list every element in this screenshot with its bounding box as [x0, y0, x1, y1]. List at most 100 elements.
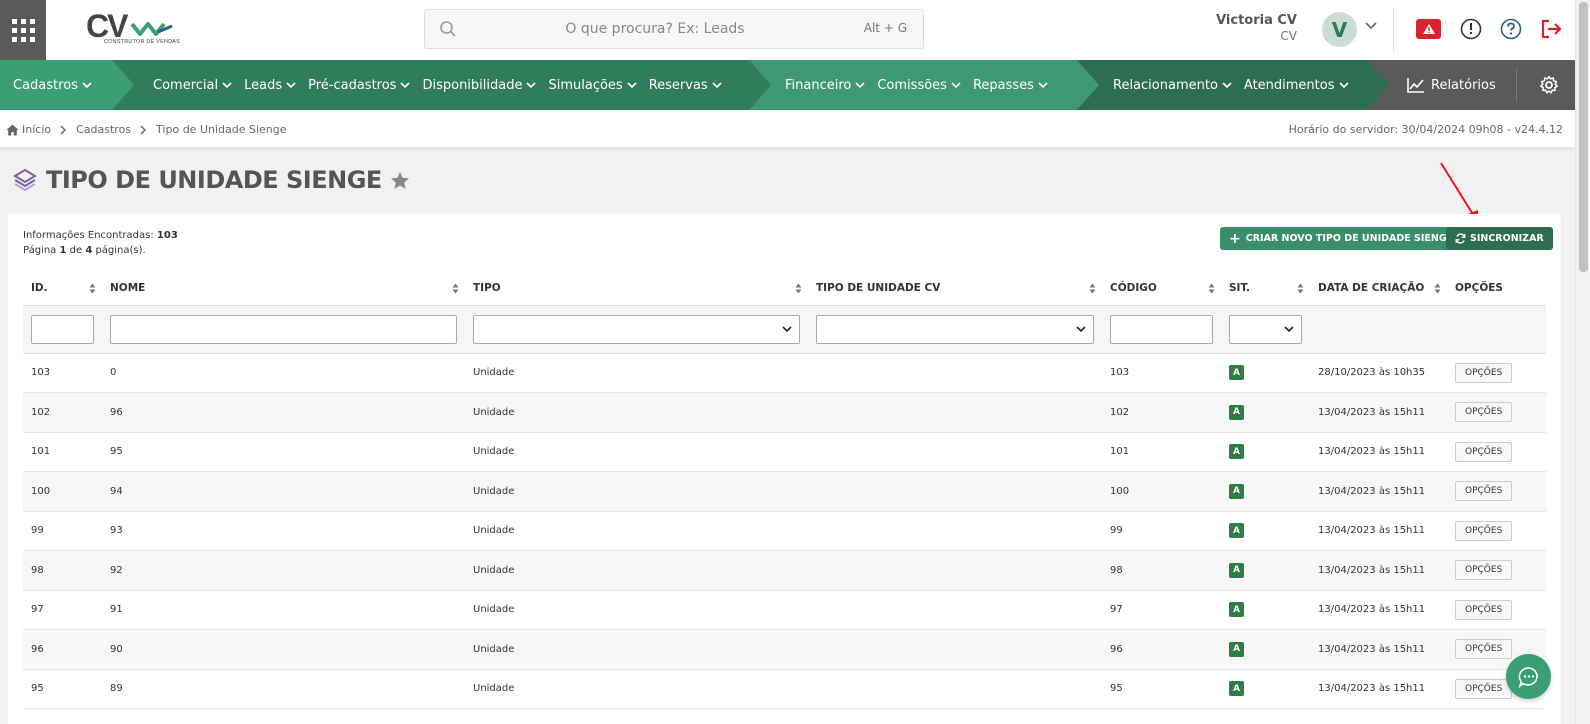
table-row: 103 0 Unidade 103 A 28/10/2023 às 10h35 OPÇÕES	[23, 353, 1546, 393]
sync-button[interactable]: SINCRONIZAR	[1446, 227, 1553, 250]
filter-tipo-select[interactable]	[473, 314, 800, 344]
avatar[interactable]: V	[1322, 12, 1357, 47]
status-badge: A	[1229, 483, 1244, 499]
chat-button[interactable]	[1506, 654, 1551, 699]
filter-sit-select[interactable]	[1229, 314, 1302, 344]
cell-codigo: 98	[1102, 550, 1221, 591]
server-time: Horário do servidor: 30/04/2024 09h08 - …	[1288, 123, 1563, 136]
row-options-button[interactable]: OPÇÕES	[1455, 678, 1513, 699]
status-badge: A	[1229, 562, 1244, 578]
cell-nome: 93	[102, 511, 465, 551]
table-row: 101 95 Unidade 101 A 13/04/2023 às 15h11 OPÇÕE…	[23, 432, 1546, 472]
nav-item-pre-cadastros[interactable]: Pré-cadastros	[302, 78, 416, 93]
nav-item-leads[interactable]: Leads	[238, 78, 302, 93]
cell-nome: 91	[102, 590, 465, 630]
page-header: TIPO DE UNIDADE SIENGE	[12, 166, 410, 194]
filter-id-input[interactable]	[31, 314, 94, 344]
nav-item-reservas[interactable]: Reservas	[643, 78, 728, 93]
page-scrollbar[interactable]	[1575, 0, 1590, 724]
cell-codigo: 100	[1102, 471, 1221, 512]
column-header-codigo[interactable]: CÓDIGO	[1102, 272, 1221, 306]
cell-tipo-cv	[808, 353, 1102, 393]
alert-button[interactable]	[1416, 19, 1441, 39]
nav-item-comissoes[interactable]: Comissões	[871, 78, 967, 93]
global-search[interactable]: Alt + G	[424, 9, 924, 49]
create-unit-type-button[interactable]: + CRIAR NOVO TIPO DE UNIDADE SIENGE	[1220, 227, 1463, 250]
filter-tipo-cv-select[interactable]	[816, 314, 1094, 344]
cell-tipo: Unidade	[465, 550, 808, 591]
apps-menu-button[interactable]	[0, 0, 46, 60]
table-row: 99 93 Unidade 99 A 13/04/2023 às 15h11 OPÇÕES	[23, 511, 1546, 551]
nav-item-simulacoes[interactable]: Simulações	[542, 78, 642, 93]
sync-button-label: SINCRONIZAR	[1470, 233, 1544, 244]
breadcrumb-home[interactable]: Início	[22, 123, 51, 136]
nav-item-comercial[interactable]: Comercial	[147, 78, 238, 93]
column-header-nome[interactable]: NOME	[102, 272, 465, 306]
nav-item-financeiro[interactable]: Financeiro	[779, 78, 871, 93]
status-badge: A	[1229, 444, 1244, 460]
column-header-id[interactable]: ID.	[23, 272, 102, 306]
column-header-tipo-cv[interactable]: TIPO DE UNIDADE CV	[808, 272, 1102, 306]
cell-nome: 92	[102, 550, 465, 591]
row-options-button[interactable]: OPÇÕES	[1455, 441, 1513, 462]
brand-logo[interactable]: CV CONSTRUTOR DE VENDAS	[86, 8, 186, 50]
sort-icon	[1434, 283, 1441, 294]
nav-group-financeiro: Financeiro Comissões Repasses	[749, 60, 1077, 110]
info-icon[interactable]	[1460, 18, 1482, 40]
nav-item-relacionamento[interactable]: Relacionamento	[1107, 78, 1238, 93]
filter-codigo-input[interactable]	[1110, 314, 1213, 344]
nav-item-relatorios[interactable]: Relatórios	[1407, 77, 1496, 93]
nav-item-atendimentos[interactable]: Atendimentos	[1238, 78, 1355, 93]
chevron-down-icon[interactable]	[1365, 22, 1377, 30]
gear-icon[interactable]	[1539, 75, 1559, 95]
star-icon[interactable]	[390, 171, 410, 190]
logout-icon[interactable]	[1539, 17, 1563, 41]
chevron-down-icon	[82, 81, 92, 88]
status-badge: A	[1229, 602, 1244, 618]
row-options-button[interactable]: OPÇÕES	[1455, 560, 1513, 581]
sort-icon	[452, 283, 459, 294]
nav-item-repasses[interactable]: Repasses	[967, 78, 1054, 93]
plus-icon: +	[1229, 230, 1241, 247]
breadcrumb-cadastros[interactable]: Cadastros	[76, 123, 131, 136]
status-badge: A	[1229, 641, 1244, 657]
results-count: 103	[156, 230, 178, 241]
breadcrumb-current: Tipo de Unidade Sienge	[156, 123, 287, 136]
row-options-button[interactable]: OPÇÕES	[1455, 481, 1513, 502]
nav-group-relatorios: Relatórios	[1367, 60, 1575, 110]
chevron-down-icon	[951, 81, 961, 88]
nav-item-disponibilidade[interactable]: Disponibilidade	[416, 78, 542, 93]
row-options-button[interactable]: OPÇÕES	[1455, 520, 1513, 541]
cell-codigo: 97	[1102, 590, 1221, 630]
cell-sit: A	[1221, 353, 1310, 393]
column-header-tipo[interactable]: TIPO	[465, 272, 808, 306]
filter-nome-input[interactable]	[110, 314, 457, 344]
user-info[interactable]: Victoria CV CV	[1216, 13, 1297, 43]
filter-row	[23, 305, 1546, 354]
status-badge: A	[1229, 681, 1244, 697]
cell-id: 100	[23, 471, 102, 512]
row-options-button[interactable]: OPÇÕES	[1455, 362, 1513, 383]
cell-tipo: Unidade	[465, 629, 808, 670]
table-header-row: ID. NOME TIPO TIPO DE UNIDADE CV CÓDIGO …	[23, 272, 1546, 306]
refresh-icon	[1455, 233, 1466, 244]
row-options-button[interactable]: OPÇÕES	[1455, 599, 1513, 620]
cell-tipo: Unidade	[465, 353, 808, 393]
cell-data: 13/04/2023 às 15h11	[1310, 392, 1447, 433]
logo-subtitle: CONSTRUTOR DE VENDAS	[104, 39, 181, 45]
cell-data: 28/10/2023 às 10h35	[1310, 353, 1447, 393]
scrollbar-thumb[interactable]	[1579, 2, 1588, 272]
nav-divider-arrow	[112, 60, 134, 110]
sort-icon	[1297, 283, 1304, 294]
column-header-data[interactable]: DATA DE CRIAÇÃO	[1310, 272, 1447, 306]
search-input[interactable]	[465, 10, 845, 48]
chevron-down-icon	[1076, 325, 1086, 332]
column-header-sit[interactable]: SIT.	[1221, 272, 1310, 306]
nav-item-cadastros[interactable]: Cadastros	[7, 78, 98, 93]
top-bar: CV CONSTRUTOR DE VENDAS Alt + G Victoria…	[0, 0, 1575, 60]
row-options-button[interactable]: OPÇÕES	[1455, 402, 1513, 423]
row-options-button[interactable]: OPÇÕES	[1455, 639, 1513, 660]
help-icon[interactable]	[1500, 18, 1522, 40]
cell-nome: 96	[102, 392, 465, 433]
chevron-down-icon	[286, 81, 296, 88]
